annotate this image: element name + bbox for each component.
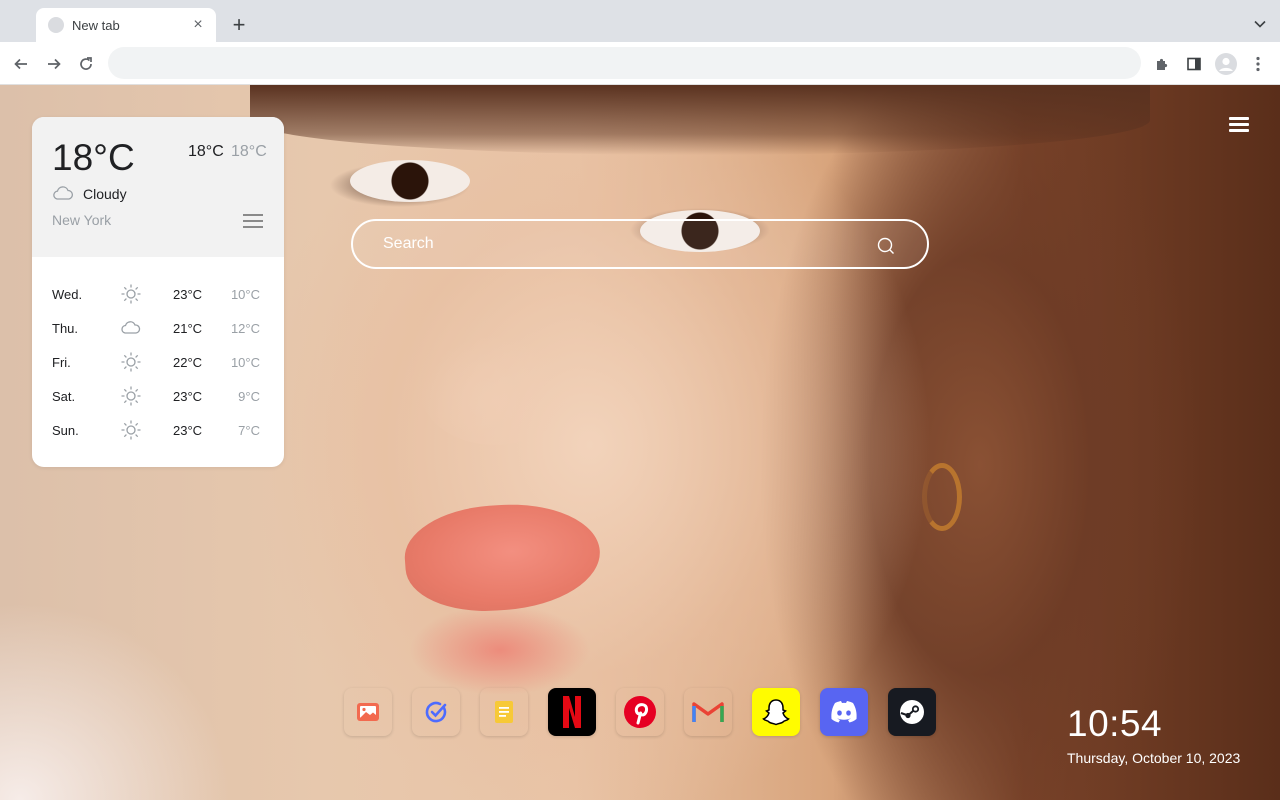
wallpaper-hair [250, 85, 1150, 155]
search-box [351, 219, 929, 269]
browser-toolbar [0, 42, 1280, 85]
reload-icon [80, 57, 92, 70]
puzzle-icon [1157, 58, 1168, 70]
tab-favicon-icon [48, 17, 64, 33]
dock-item-steam[interactable] [888, 688, 936, 736]
weather-condition: Cloudy [83, 186, 127, 202]
new-tab-button[interactable]: + [226, 12, 252, 38]
search-input[interactable] [383, 233, 863, 255]
page-menu-icon[interactable] [1229, 117, 1249, 133]
forecast-row: Sun. 23°C 7°C [32, 415, 284, 445]
avatar-icon [1215, 53, 1237, 75]
steam-logo-icon [900, 700, 924, 724]
cloud-icon [53, 186, 74, 200]
forecast-low: 9°C [238, 389, 260, 404]
clock-date: Thursday, October 10, 2023 [1067, 750, 1241, 766]
today-low: 18°C [231, 143, 267, 160]
arrow-left-icon [14, 58, 27, 70]
sun-icon [120, 419, 142, 441]
dock-item-pinterest[interactable] [616, 688, 664, 736]
dock-item-discord[interactable] [820, 688, 868, 736]
profile-button[interactable] [1212, 50, 1240, 78]
forecast-day: Fri. [52, 355, 71, 370]
weather-menu-icon[interactable] [243, 214, 263, 230]
image-icon [357, 703, 379, 721]
forecast-row: Wed. 23°C 10°C [32, 279, 284, 309]
reload-button[interactable] [72, 50, 100, 78]
dock-item-notes[interactable] [480, 688, 528, 736]
clock-time: 10:54 [1067, 703, 1163, 744]
back-button[interactable] [7, 50, 35, 78]
pinterest-logo-icon [624, 696, 656, 728]
forecast-high: 23°C [173, 389, 203, 404]
new-tab-page: 18°C 18°C 18°C Cloudy New York Wed. 23°C 1… [0, 85, 1280, 800]
forecast-high: 22°C [173, 355, 203, 370]
note-icon [495, 701, 513, 723]
wallpaper-lips [401, 498, 604, 617]
side-panel-icon [1187, 57, 1201, 71]
dock-item-tasks[interactable] [412, 688, 460, 736]
forecast-low: 7°C [238, 423, 260, 438]
sun-icon [120, 351, 142, 373]
gmail-logo-icon [692, 702, 724, 722]
check-circle-icon [425, 701, 447, 723]
forward-button[interactable] [40, 50, 68, 78]
wallpaper-nose [420, 335, 570, 445]
forecast-row: Thu. 21°C 12°C [32, 313, 284, 343]
forecast-low: 10°C [230, 287, 260, 302]
forecast-row: Fri. 22°C 10°C [32, 347, 284, 377]
current-temperature: 18°C [52, 137, 135, 178]
arrow-right-icon [48, 58, 61, 70]
tab-new-tab[interactable]: New tab × [36, 8, 216, 42]
forecast-day: Wed. [52, 287, 83, 302]
side-panel-button[interactable] [1180, 50, 1208, 78]
sun-icon [120, 385, 142, 407]
wallpaper-left-eye [350, 160, 470, 202]
weather-current: 18°C 18°C 18°C Cloudy New York [32, 117, 284, 257]
extensions-button[interactable] [1148, 50, 1176, 78]
dock-item-netflix[interactable] [548, 688, 596, 736]
forecast-low: 10°C [230, 355, 260, 370]
tab-title: New tab [72, 17, 120, 33]
today-high: 18°C [188, 143, 224, 160]
wallpaper-earring [922, 463, 962, 531]
forecast-high: 21°C [173, 321, 203, 336]
weather-widget: 18°C 18°C 18°C Cloudy New York Wed. 23°C 1… [32, 117, 284, 467]
forecast-day: Sun. [52, 423, 79, 438]
forecast-high: 23°C [173, 287, 203, 302]
sun-icon [120, 283, 142, 305]
discord-logo-icon [831, 701, 857, 723]
weather-city: New York [52, 212, 112, 228]
search-icon[interactable] [877, 237, 895, 255]
forecast-high: 23°C [173, 423, 203, 438]
netflix-logo-icon [563, 696, 581, 728]
dock-item-snapchat[interactable] [752, 688, 800, 736]
kebab-menu-icon [1256, 56, 1260, 72]
forecast-row: Sat. 23°C 9°C [32, 381, 284, 411]
forecast-day: Sat. [52, 389, 76, 404]
tab-search-button[interactable] [1250, 14, 1270, 34]
chevron-down-icon [1254, 20, 1266, 28]
tab-strip: New tab × + [0, 0, 1280, 42]
dock-item-gmail[interactable] [684, 688, 732, 736]
dock-item-wallpaper[interactable] [344, 688, 392, 736]
snapchat-logo-icon [762, 699, 790, 726]
cloud-icon [120, 317, 142, 339]
tab-close-button[interactable]: × [188, 15, 208, 35]
address-bar[interactable] [108, 47, 1141, 79]
forecast-low: 12°C [230, 321, 260, 336]
browser-menu-button[interactable] [1244, 50, 1272, 78]
forecast-day: Thu. [52, 321, 79, 336]
